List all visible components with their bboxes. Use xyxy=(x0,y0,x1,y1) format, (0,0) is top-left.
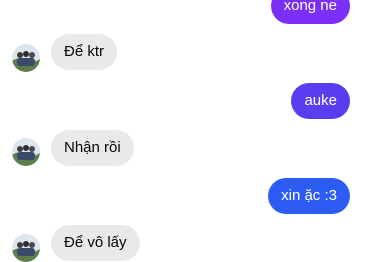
outgoing-message[interactable]: xong ne xyxy=(270,0,350,24)
contact-avatar[interactable] xyxy=(12,44,40,72)
contact-avatar[interactable] xyxy=(12,138,40,166)
incoming-message[interactable]: Để ktr xyxy=(51,34,118,70)
group-photo-icon xyxy=(12,44,40,72)
group-photo-icon xyxy=(12,138,40,166)
incoming-message[interactable]: Để vô lấy xyxy=(51,225,140,261)
message-thread: xong ne Để ktr auke Nhận rồi xin ặc :3 Đ… xyxy=(0,0,374,262)
outgoing-message[interactable]: xin ặc :3 xyxy=(268,178,350,214)
group-photo-icon xyxy=(12,234,40,262)
incoming-message[interactable]: Nhận rồi xyxy=(51,130,134,166)
contact-avatar[interactable] xyxy=(12,234,40,262)
outgoing-message[interactable]: auke xyxy=(291,83,350,119)
